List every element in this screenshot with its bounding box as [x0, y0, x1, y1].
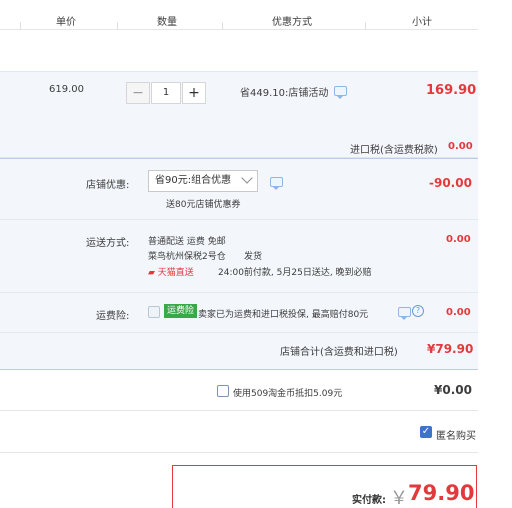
anonymous-checkbox[interactable]: ✓	[420, 426, 432, 438]
divider	[0, 452, 478, 453]
discount-select[interactable]: 省90元:组合优惠	[148, 170, 258, 192]
tmall-direct-label: 天猫直送	[157, 268, 194, 278]
header-divider	[222, 22, 223, 30]
divider	[0, 410, 478, 411]
divider	[0, 292, 478, 293]
order-spacer-row	[0, 30, 478, 72]
shop-total-label: 店铺合计(含运费和进口税)	[280, 347, 398, 358]
header-divider	[117, 22, 118, 30]
quantity-stepper: − 1 +	[126, 82, 206, 104]
import-tax-value: 0.00	[448, 141, 473, 152]
shipping-method: 普通配送 运费 免邮	[148, 237, 226, 247]
discount-select-value: 省90元:组合优惠	[155, 175, 232, 186]
coupon-note: 送80元店铺优惠券	[166, 200, 241, 210]
header-subtotal: 小计	[412, 17, 432, 28]
increase-button[interactable]: +	[182, 82, 206, 104]
insurance-desc: 卖家已为运费和进口税投保, 最高赔付80元	[198, 310, 369, 320]
coins-label: 使用509淘金币抵扣5.09元	[233, 389, 343, 399]
chat-icon[interactable]	[270, 177, 283, 190]
shipping-warehouse: 菜鸟杭州保税2号仓	[148, 252, 226, 262]
shop-total-value: ¥79.90	[427, 342, 474, 356]
coins-checkbox[interactable]	[217, 385, 229, 397]
divider	[0, 332, 478, 333]
chat-icon[interactable]	[398, 307, 411, 320]
header-price: 单价	[56, 17, 76, 28]
tmall-direct-badge: ▰ 天猫直送	[148, 268, 194, 278]
divider	[0, 219, 478, 220]
chevron-down-icon	[241, 172, 253, 184]
delivery-promise: 24:00前付款, 5月25日送达, 晚到必赔	[218, 268, 372, 278]
quantity-input[interactable]: 1	[151, 82, 181, 104]
payment-label: 实付款:	[352, 495, 386, 506]
insurance-badge: 运费险	[164, 304, 198, 318]
header-divider	[20, 22, 21, 30]
payment-amount: 79.90	[408, 481, 475, 505]
help-icon[interactable]: ?	[412, 305, 424, 317]
chat-icon[interactable]	[334, 86, 347, 99]
shipping-ship: 发货	[244, 252, 263, 262]
decrease-button[interactable]: −	[126, 82, 150, 104]
payment-currency: ￥	[390, 488, 408, 508]
header-promo: 优惠方式	[272, 17, 312, 28]
insurance-checkbox[interactable]	[148, 306, 160, 318]
shipping-label: 运送方式:	[86, 238, 130, 249]
shipping-value: 0.00	[446, 234, 471, 245]
shop-discount-value: -90.00	[429, 176, 472, 190]
shop-discount-label: 店铺优惠:	[86, 180, 130, 191]
item-price: 619.00	[49, 84, 84, 95]
table-header: 单价 数量 优惠方式 小计	[0, 0, 478, 30]
insurance-label: 运费险:	[96, 311, 130, 322]
item-promo: 省449.10:店铺活动	[240, 88, 329, 99]
item-subtotal: 169.90	[426, 83, 477, 98]
header-quantity: 数量	[157, 17, 177, 28]
insurance-value: 0.00	[446, 307, 471, 318]
header-divider	[365, 22, 366, 30]
import-tax-label: 进口税(含运费税款)	[350, 145, 438, 156]
anonymous-label: 匿名购买	[436, 431, 476, 442]
coins-value: ¥0.00	[434, 383, 472, 397]
